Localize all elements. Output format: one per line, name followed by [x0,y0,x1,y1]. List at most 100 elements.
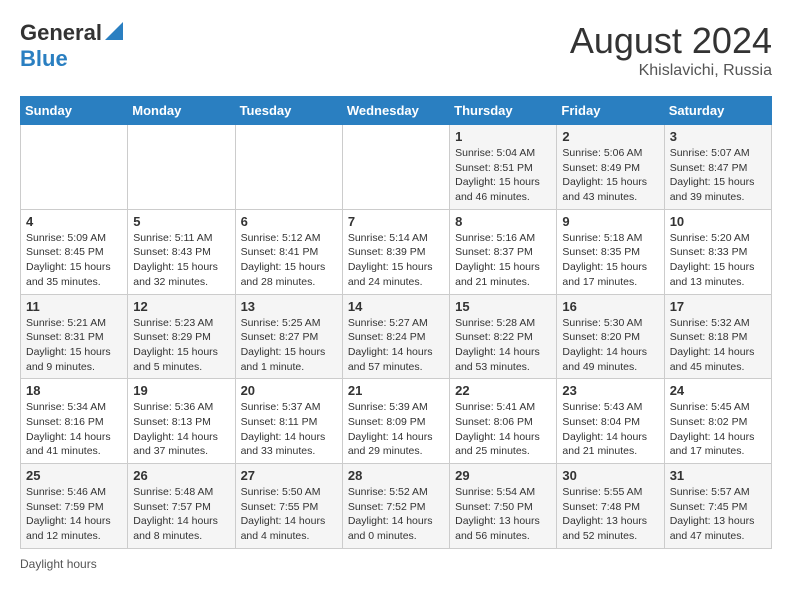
day-info: Sunrise: 5:52 AMSunset: 7:52 PMDaylight:… [348,485,444,544]
calendar-day-cell: 5 Sunrise: 5:11 AMSunset: 8:43 PMDaylight… [128,209,235,294]
calendar-day-header: Friday [557,97,664,125]
page-header: General Blue August 2024 Khislavichi, Ru… [20,20,772,80]
day-info: Sunrise: 5:23 AMSunset: 8:29 PMDaylight:… [133,316,229,375]
calendar-day-cell: 30 Sunrise: 5:55 AMSunset: 7:48 PMDayligh… [557,464,664,549]
day-info: Sunrise: 5:21 AMSunset: 8:31 PMDaylight:… [26,316,122,375]
calendar-day-header: Sunday [21,97,128,125]
logo-blue-text: Blue [20,46,68,71]
day-number: 8 [455,214,551,229]
calendar-day-cell: 4 Sunrise: 5:09 AMSunset: 8:45 PMDaylight… [21,209,128,294]
day-number: 13 [241,299,337,314]
day-number: 2 [562,129,658,144]
calendar-day-cell: 15Sunrise: 5:28 AMSunset: 8:22 PMDayligh… [450,294,557,379]
calendar-day-cell [235,125,342,210]
day-info: Sunrise: 5:54 AMSunset: 7:50 PMDaylight:… [455,485,551,544]
calendar-day-header: Monday [128,97,235,125]
calendar-week-row: 18Sunrise: 5:34 AMSunset: 8:16 PMDayligh… [21,379,772,464]
day-number: 17 [670,299,766,314]
day-info: Sunrise: 5:45 AMSunset: 8:02 PMDaylight:… [670,400,766,459]
day-info: Sunrise: 5:39 AMSunset: 8:09 PMDaylight:… [348,400,444,459]
day-number: 11 [26,299,122,314]
calendar-day-cell: 24Sunrise: 5:45 AMSunset: 8:02 PMDayligh… [664,379,771,464]
title-block: August 2024 Khislavichi, Russia [570,20,772,80]
day-info: Sunrise: 5:41 AMSunset: 8:06 PMDaylight:… [455,400,551,459]
day-number: 28 [348,468,444,483]
calendar-day-cell: 12Sunrise: 5:23 AMSunset: 8:29 PMDayligh… [128,294,235,379]
day-number: 19 [133,383,229,398]
day-number: 27 [241,468,337,483]
day-info: Sunrise: 5:07 AMSunset: 8:47 PMDaylight:… [670,146,766,205]
day-info: Sunrise: 5:57 AMSunset: 7:45 PMDaylight:… [670,485,766,544]
day-info: Sunrise: 5:30 AMSunset: 8:20 PMDaylight:… [562,316,658,375]
calendar-header-row: SundayMondayTuesdayWednesdayThursdayFrid… [21,97,772,125]
day-number: 7 [348,214,444,229]
day-number: 3 [670,129,766,144]
day-info: Sunrise: 5:06 AMSunset: 8:49 PMDaylight:… [562,146,658,205]
day-info: Sunrise: 5:28 AMSunset: 8:22 PMDaylight:… [455,316,551,375]
calendar-day-cell: 16Sunrise: 5:30 AMSunset: 8:20 PMDayligh… [557,294,664,379]
calendar-day-cell: 3 Sunrise: 5:07 AMSunset: 8:47 PMDaylight… [664,125,771,210]
logo-icon [105,18,123,40]
calendar-table: SundayMondayTuesdayWednesdayThursdayFrid… [20,96,772,549]
day-info: Sunrise: 5:12 AMSunset: 8:41 PMDaylight:… [241,231,337,290]
calendar-day-cell: 22Sunrise: 5:41 AMSunset: 8:06 PMDayligh… [450,379,557,464]
calendar-day-cell: 23Sunrise: 5:43 AMSunset: 8:04 PMDayligh… [557,379,664,464]
day-info: Sunrise: 5:37 AMSunset: 8:11 PMDaylight:… [241,400,337,459]
day-info: Sunrise: 5:48 AMSunset: 7:57 PMDaylight:… [133,485,229,544]
logo: General Blue [20,20,123,72]
calendar-day-cell: 10Sunrise: 5:20 AMSunset: 8:33 PMDayligh… [664,209,771,294]
calendar-day-cell: 18Sunrise: 5:34 AMSunset: 8:16 PMDayligh… [21,379,128,464]
calendar-week-row: 1 Sunrise: 5:04 AMSunset: 8:51 PMDaylight… [21,125,772,210]
calendar-day-cell: 17 Sunrise: 5:32 AMSunset: 8:18 PMDayligh… [664,294,771,379]
calendar-day-cell: 27 Sunrise: 5:50 AMSunset: 7:55 PMDayligh… [235,464,342,549]
day-info: Sunrise: 5:18 AMSunset: 8:35 PMDaylight:… [562,231,658,290]
day-number: 6 [241,214,337,229]
day-info: Sunrise: 5:04 AMSunset: 8:51 PMDaylight:… [455,146,551,205]
day-number: 21 [348,383,444,398]
day-number: 30 [562,468,658,483]
calendar-day-cell: 2 Sunrise: 5:06 AMSunset: 8:49 PMDaylight… [557,125,664,210]
day-info: Sunrise: 5:36 AMSunset: 8:13 PMDaylight:… [133,400,229,459]
calendar-day-header: Saturday [664,97,771,125]
day-number: 4 [26,214,122,229]
day-info: Sunrise: 5:14 AMSunset: 8:39 PMDaylight:… [348,231,444,290]
day-info: Sunrise: 5:09 AMSunset: 8:45 PMDaylight:… [26,231,122,290]
calendar-day-cell: 14 Sunrise: 5:27 AMSunset: 8:24 PMDayligh… [342,294,449,379]
day-info: Sunrise: 5:25 AMSunset: 8:27 PMDaylight:… [241,316,337,375]
logo-general-text: General [20,20,102,46]
day-number: 31 [670,468,766,483]
calendar-day-cell: 26Sunrise: 5:48 AMSunset: 7:57 PMDayligh… [128,464,235,549]
calendar-day-cell [342,125,449,210]
day-number: 29 [455,468,551,483]
day-number: 10 [670,214,766,229]
calendar-day-cell: 11 Sunrise: 5:21 AMSunset: 8:31 PMDayligh… [21,294,128,379]
day-info: Sunrise: 5:34 AMSunset: 8:16 PMDaylight:… [26,400,122,459]
footer: Daylight hours [20,557,772,571]
day-number: 5 [133,214,229,229]
calendar-day-cell: 20Sunrise: 5:37 AMSunset: 8:11 PMDayligh… [235,379,342,464]
day-info: Sunrise: 5:27 AMSunset: 8:24 PMDaylight:… [348,316,444,375]
day-info: Sunrise: 5:46 AMSunset: 7:59 PMDaylight:… [26,485,122,544]
calendar-day-cell: 1 Sunrise: 5:04 AMSunset: 8:51 PMDaylight… [450,125,557,210]
calendar-day-cell: 31 Sunrise: 5:57 AMSunset: 7:45 PMDayligh… [664,464,771,549]
calendar-day-header: Wednesday [342,97,449,125]
calendar-week-row: 4 Sunrise: 5:09 AMSunset: 8:45 PMDaylight… [21,209,772,294]
calendar-day-cell [21,125,128,210]
calendar-day-header: Thursday [450,97,557,125]
day-number: 1 [455,129,551,144]
calendar-day-cell: 28 Sunrise: 5:52 AMSunset: 7:52 PMDayligh… [342,464,449,549]
month-title: August 2024 [570,20,772,62]
calendar-day-cell: 25Sunrise: 5:46 AMSunset: 7:59 PMDayligh… [21,464,128,549]
calendar-day-cell: 7 Sunrise: 5:14 AMSunset: 8:39 PMDaylight… [342,209,449,294]
day-info: Sunrise: 5:11 AMSunset: 8:43 PMDaylight:… [133,231,229,290]
day-number: 9 [562,214,658,229]
calendar-day-cell: 8Sunrise: 5:16 AMSunset: 8:37 PMDaylight… [450,209,557,294]
calendar-day-cell: 9 Sunrise: 5:18 AMSunset: 8:35 PMDaylight… [557,209,664,294]
daylight-label: Daylight hours [20,557,97,571]
day-number: 14 [348,299,444,314]
calendar-week-row: 25Sunrise: 5:46 AMSunset: 7:59 PMDayligh… [21,464,772,549]
day-info: Sunrise: 5:32 AMSunset: 8:18 PMDaylight:… [670,316,766,375]
location: Khislavichi, Russia [570,62,772,80]
day-info: Sunrise: 5:55 AMSunset: 7:48 PMDaylight:… [562,485,658,544]
day-info: Sunrise: 5:50 AMSunset: 7:55 PMDaylight:… [241,485,337,544]
